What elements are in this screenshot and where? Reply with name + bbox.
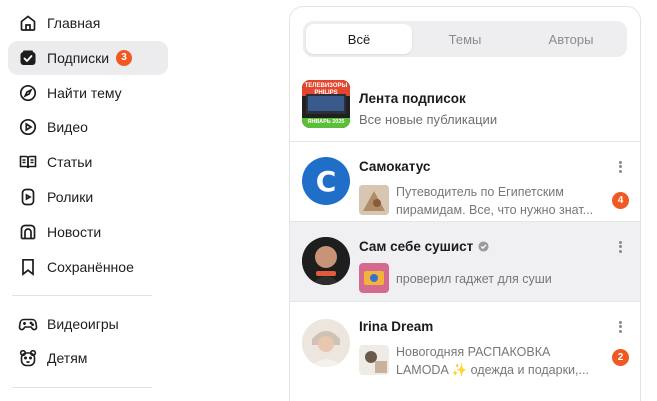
avatar-letter: C xyxy=(315,164,337,198)
tab-topics[interactable]: Темы xyxy=(412,24,518,54)
cover-line2: PHILIPS xyxy=(314,90,338,96)
snippet-line2: LAMODA ✨ одежда и подарки,... xyxy=(396,363,589,377)
avatar: C xyxy=(302,157,350,205)
list-item-channel[interactable]: Сам себе сушист проверил гаджет для суши xyxy=(290,221,640,301)
book-icon xyxy=(18,152,38,172)
row-divider xyxy=(290,221,640,222)
avatar xyxy=(302,237,350,285)
list-item-channel[interactable]: C Самокатус Путеводитель по Египетским п… xyxy=(290,141,640,221)
post-thumbnail-image xyxy=(359,345,389,375)
avatar-image xyxy=(302,319,350,367)
feed-cover-text: ТЕЛЕВИЗОРЫ PHILIPS xyxy=(302,83,350,97)
sidebar-item-label: Детям xyxy=(47,350,88,367)
channel-name: Самокатус xyxy=(359,159,431,174)
sidebar-item-find-topic[interactable]: Найти тему xyxy=(8,76,168,110)
post-thumbnail-image xyxy=(359,185,389,215)
tab-authors[interactable]: Авторы xyxy=(518,24,624,54)
feed-title: Лента подписок xyxy=(359,91,466,106)
cover-line1: ТЕЛЕВИЗОРЫ xyxy=(304,83,348,89)
sidebar-item-subscriptions[interactable]: Подписки 3 xyxy=(8,40,168,75)
post-thumbnail xyxy=(359,185,389,215)
filter-tabs: Всё Темы Авторы xyxy=(303,21,627,57)
home-icon xyxy=(18,13,38,33)
avatar xyxy=(302,319,350,367)
row-divider xyxy=(290,141,640,142)
sidebar-item-saved[interactable]: Сохранённое xyxy=(8,250,168,284)
sidebar: Главная Подписки 3 Найти тему Видео Стат… xyxy=(8,6,168,399)
verified-icon xyxy=(478,241,489,252)
sidebar-item-articles[interactable]: Статьи xyxy=(8,145,168,179)
news-icon xyxy=(18,222,38,242)
sidebar-item-label: Статьи xyxy=(47,154,93,171)
sidebar-item-label: Видео xyxy=(47,119,88,136)
sidebar-item-label: Главная xyxy=(47,15,101,31)
post-thumbnail xyxy=(359,263,389,293)
shorts-icon xyxy=(18,187,38,207)
sidebar-item-news[interactable]: Новости xyxy=(8,215,168,249)
avatar-image xyxy=(302,237,350,285)
video-play-icon xyxy=(18,117,38,137)
row-divider xyxy=(290,301,640,302)
gamepad-icon xyxy=(18,314,38,334)
compass-icon xyxy=(18,83,38,103)
channel-name: Сам себе сушист xyxy=(359,239,489,254)
tab-all[interactable]: Всё xyxy=(306,24,412,54)
list-item-channel[interactable]: Irina Dream Новогодняя РАСПАКОВКА LAMODA… xyxy=(290,301,640,401)
sidebar-item-label: Подписки xyxy=(47,49,110,66)
feed-row[interactable]: ТЕЛЕВИЗОРЫ PHILIPS ЯНВАРЬ 2025 Лента под… xyxy=(290,71,640,141)
feed-subtitle: Все новые публикации xyxy=(359,112,498,127)
snippet-line1: Новогодняя РАСПАКОВКА xyxy=(396,345,551,359)
snippet-line1: Путеводитель по Египетским xyxy=(396,185,564,199)
snippet-line2: пирамидам. Все, что нужно знат... xyxy=(396,203,594,217)
post-snippet: проверил гаджет для суши xyxy=(396,272,552,286)
channel-name: Irina Dream xyxy=(359,319,434,334)
post-thumbnail-image xyxy=(359,263,389,293)
sidebar-item-label: Найти тему xyxy=(47,84,122,101)
sidebar-item-shorts[interactable]: Ролики xyxy=(8,180,168,214)
sidebar-item-video[interactable]: Видео xyxy=(8,110,168,144)
bookmark-icon xyxy=(18,257,38,277)
sidebar-item-label: Сохранённое xyxy=(47,258,134,275)
post-thumbnail xyxy=(359,345,389,375)
unread-count-badge: 4 xyxy=(612,192,629,209)
subscriptions-panel: Всё Темы Авторы ТЕЛЕВИЗОРЫ PHILIPS ЯНВАР… xyxy=(289,6,641,401)
more-options-icon[interactable] xyxy=(616,239,624,255)
sidebar-item-videogames[interactable]: Видеоигры xyxy=(8,307,168,341)
sidebar-item-label: Новости xyxy=(47,223,102,240)
sidebar-divider xyxy=(12,387,152,389)
post-snippet: Новогодняя РАСПАКОВКА LAMODA ✨ одежда и … xyxy=(396,343,608,379)
sidebar-item-kids[interactable]: Детям xyxy=(8,341,168,375)
feed-cover: ТЕЛЕВИЗОРЫ PHILIPS ЯНВАРЬ 2025 xyxy=(302,80,350,128)
channel-name-text: Сам себе сушист xyxy=(359,239,474,254)
subscriptions-badge: 3 xyxy=(116,49,133,66)
sidebar-divider xyxy=(12,294,152,296)
more-options-icon[interactable] xyxy=(616,319,624,335)
cover-date: ЯНВАРЬ 2025 xyxy=(307,119,345,125)
sidebar-item-home[interactable]: Главная xyxy=(8,6,168,40)
bear-icon xyxy=(18,348,38,368)
unread-count-badge: 2 xyxy=(612,349,629,366)
sidebar-item-label: Видеоигры xyxy=(47,315,119,332)
more-options-icon[interactable] xyxy=(616,159,624,175)
sidebar-item-label: Ролики xyxy=(47,188,94,205)
post-snippet: Путеводитель по Египетским пирамидам. Вс… xyxy=(396,183,608,219)
subscriptions-icon xyxy=(18,48,38,68)
